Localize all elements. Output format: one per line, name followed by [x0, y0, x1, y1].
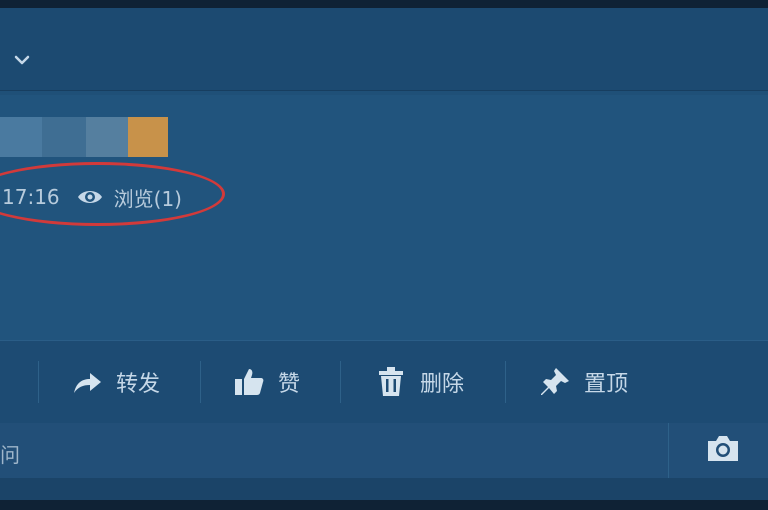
bottom-border	[0, 500, 768, 510]
thumbs-up-icon	[235, 369, 264, 395]
divider	[340, 361, 341, 403]
blurred-username	[86, 117, 128, 157]
divider	[38, 361, 39, 403]
comment-input[interactable]: 问	[0, 423, 768, 478]
header-bar	[0, 8, 768, 91]
divider	[200, 361, 201, 403]
trash-icon	[379, 367, 403, 396]
forward-button[interactable]: 转发	[70, 341, 160, 423]
pin-label: 置顶	[584, 372, 629, 397]
divider	[668, 423, 669, 478]
like-button[interactable]: 赞	[232, 341, 300, 423]
forward-label: 转发	[116, 372, 161, 397]
comment-placeholder: 问	[0, 443, 20, 467]
chevron-down-icon[interactable]	[10, 48, 34, 72]
blurred-username	[42, 117, 86, 157]
top-border	[0, 0, 768, 8]
pin-button[interactable]: 置顶	[538, 341, 628, 423]
delete-button[interactable]: 删除	[374, 341, 464, 423]
delete-label: 删除	[420, 372, 465, 397]
camera-icon[interactable]	[705, 432, 741, 464]
pin-icon	[541, 368, 569, 395]
like-label: 赞	[278, 372, 301, 397]
blurred-username	[128, 117, 168, 157]
blurred-username	[0, 117, 42, 157]
divider	[505, 361, 506, 403]
action-bar: 转发 赞 删除 置顶	[0, 340, 768, 424]
share-arrow-icon	[74, 373, 101, 393]
